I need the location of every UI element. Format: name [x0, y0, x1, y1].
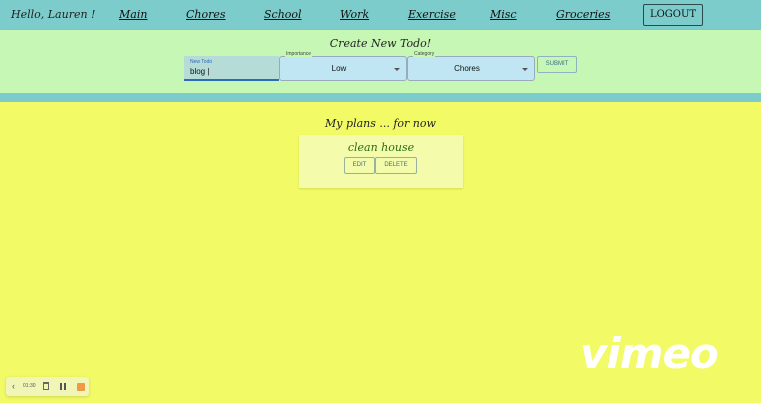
nav-link-exercise[interactable]: Exercise	[408, 8, 456, 21]
submit-button[interactable]: SUBMIT	[537, 56, 577, 73]
nav-link-misc[interactable]: Misc	[490, 8, 517, 21]
top-nav: Hello, Lauren ! Main Chores School Work …	[0, 0, 761, 30]
new-todo-input[interactable]: New Todo blog |	[184, 56, 279, 81]
create-todo-panel: Create New Todo! New Todo blog | Importa…	[0, 30, 761, 93]
divider-bar	[0, 93, 761, 102]
importance-value: Low	[331, 64, 347, 73]
create-todo-title: Create New Todo!	[329, 37, 432, 50]
todo-text: clean house	[347, 141, 415, 154]
recording-time: 01:30	[23, 383, 36, 389]
recording-controls: ‹ 01:30	[6, 377, 89, 396]
importance-select[interactable]: Importance Low	[279, 51, 407, 81]
stop-icon[interactable]	[77, 383, 85, 391]
trash-icon[interactable]	[43, 382, 49, 390]
new-todo-value[interactable]: blog |	[190, 67, 209, 76]
category-value: Chores	[454, 64, 480, 73]
vimeo-logo: vimeo	[580, 329, 719, 378]
nav-link-main[interactable]: Main	[119, 8, 147, 21]
category-select[interactable]: Category Chores	[407, 51, 535, 81]
pause-icon[interactable]	[60, 383, 66, 390]
new-todo-label: New Todo	[190, 59, 213, 65]
nav-link-work[interactable]: Work	[340, 8, 369, 21]
nav-link-school[interactable]: School	[264, 8, 302, 21]
dropdown-arrow-icon[interactable]	[522, 68, 528, 71]
nav-link-chores[interactable]: Chores	[186, 8, 226, 21]
nav-link-groceries[interactable]: Groceries	[556, 8, 610, 21]
dropdown-arrow-icon[interactable]	[394, 68, 400, 71]
todo-card: clean house EDIT DELETE	[299, 135, 463, 188]
chevron-left-icon[interactable]: ‹	[12, 377, 15, 396]
category-label: Category	[413, 51, 436, 57]
greeting: Hello, Lauren !	[11, 8, 96, 21]
plans-title: My plans ... for now	[325, 117, 436, 130]
edit-button[interactable]: EDIT	[344, 157, 375, 174]
logout-button[interactable]: LOGOUT	[643, 4, 703, 26]
importance-label: Importance	[285, 51, 313, 57]
delete-button[interactable]: DELETE	[375, 157, 417, 174]
